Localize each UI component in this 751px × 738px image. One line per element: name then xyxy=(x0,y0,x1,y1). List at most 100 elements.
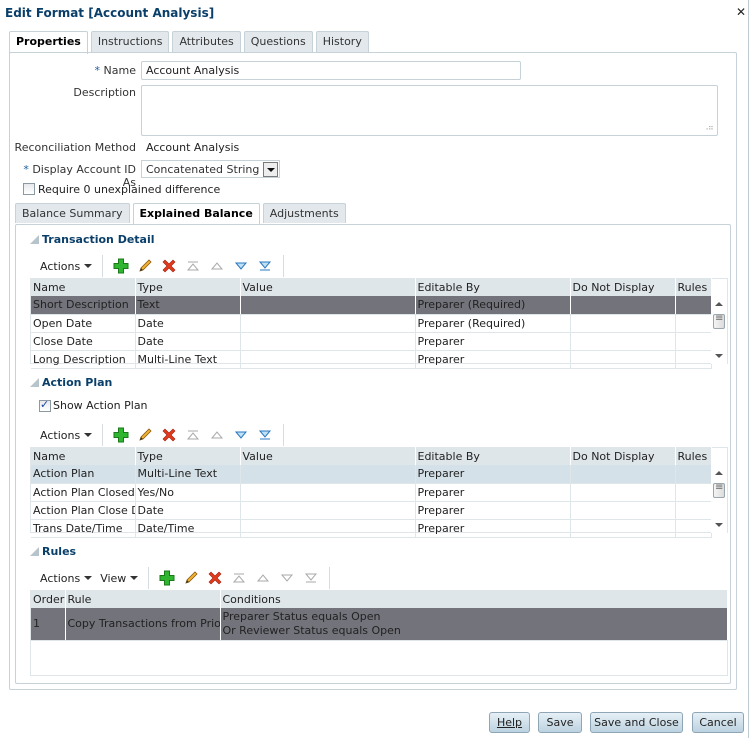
move-up-icon[interactable] xyxy=(205,257,229,275)
tab-attributes[interactable]: Attributes xyxy=(172,31,241,52)
cell-order: 1 xyxy=(31,608,66,641)
table-row[interactable]: Action Plan Closed Yes/No Preparer xyxy=(31,483,712,502)
column-header[interactable]: Conditions xyxy=(220,590,728,608)
edit-pencil-icon[interactable] xyxy=(133,426,157,444)
scroll-down-icon[interactable] xyxy=(715,354,723,358)
column-header[interactable]: Do Not Display xyxy=(570,447,676,465)
column-header[interactable]: Value xyxy=(240,278,416,296)
table-row[interactable]: Short Description Text Preparer (Require… xyxy=(31,296,712,315)
column-header[interactable]: Name xyxy=(31,447,136,465)
cell-value xyxy=(240,501,416,520)
move-down-icon[interactable] xyxy=(229,257,253,275)
move-down-icon[interactable] xyxy=(229,426,253,444)
table-row[interactable]: 1 Copy Transactions from Prior Re Prepar… xyxy=(31,608,728,641)
table-row[interactable]: Action Plan Multi-Line Text Preparer xyxy=(31,465,712,484)
table-row[interactable]: Trans Date/Time Date/Time Preparer xyxy=(31,519,712,538)
actions-menu[interactable]: Actions xyxy=(40,429,93,442)
action-plan-header[interactable]: Action Plan xyxy=(30,376,112,389)
cancel-button[interactable]: Cancel xyxy=(692,712,744,733)
table-row[interactable]: Action Plan Close Dat Date Preparer xyxy=(31,501,712,520)
column-header[interactable]: Editable By xyxy=(415,278,571,296)
move-down-icon[interactable] xyxy=(275,569,299,587)
scroll-thumb[interactable] xyxy=(713,482,725,498)
tab-instructions[interactable]: Instructions xyxy=(90,31,170,52)
cell-editable-by: Preparer xyxy=(415,483,571,502)
caret-down-icon xyxy=(84,264,93,268)
close-icon[interactable]: ✕ xyxy=(736,5,746,19)
column-header[interactable]: Type xyxy=(135,447,241,465)
delete-icon[interactable] xyxy=(157,257,181,275)
move-top-icon[interactable] xyxy=(181,257,205,275)
tab-explained-balance[interactable]: Explained Balance xyxy=(132,203,260,225)
vertical-scrollbar[interactable] xyxy=(711,465,727,533)
collapse-triangle-icon[interactable] xyxy=(30,378,39,387)
add-icon[interactable] xyxy=(109,257,133,275)
description-input[interactable] xyxy=(141,85,718,136)
delete-icon[interactable] xyxy=(157,426,181,444)
name-input[interactable]: Account Analysis xyxy=(141,61,521,80)
column-header[interactable]: Do Not Display xyxy=(570,278,676,296)
resize-grip-icon[interactable]: ⠠⠶ xyxy=(703,123,714,132)
scroll-up-icon[interactable] xyxy=(715,471,723,475)
column-header[interactable]: Rules xyxy=(675,447,712,465)
cell-value xyxy=(240,519,416,538)
actions-menu[interactable]: Actions xyxy=(40,572,93,585)
tab-properties[interactable]: Properties xyxy=(9,31,88,54)
move-up-icon[interactable] xyxy=(251,569,275,587)
view-menu[interactable]: View xyxy=(100,572,139,585)
scroll-thumb[interactable] xyxy=(713,313,725,329)
tab-balance-summary[interactable]: Balance Summary xyxy=(15,203,130,223)
edit-pencil-icon[interactable] xyxy=(133,257,157,275)
table-row[interactable]: Close Date Date Preparer xyxy=(31,332,712,351)
show-action-plan-checkbox[interactable] xyxy=(39,398,51,412)
column-header[interactable]: Rules xyxy=(675,278,712,296)
cell-rule: Copy Transactions from Prior Re xyxy=(65,608,221,641)
table-row[interactable]: Open Date Date Preparer (Required) xyxy=(31,314,712,333)
cell-rules xyxy=(675,332,712,351)
move-bottom-icon[interactable] xyxy=(299,569,323,587)
cell-editable-by: Preparer xyxy=(415,519,571,538)
rules-header[interactable]: Rules xyxy=(30,545,76,558)
save-and-close-button[interactable]: Save and Close xyxy=(590,712,683,733)
collapse-triangle-icon[interactable] xyxy=(30,235,39,244)
move-bottom-icon[interactable] xyxy=(253,426,277,444)
column-header[interactable]: Name xyxy=(31,278,136,296)
add-icon[interactable] xyxy=(155,569,179,587)
save-button[interactable]: Save xyxy=(538,712,582,733)
cell-name: Open Date xyxy=(31,314,136,333)
collapse-triangle-icon[interactable] xyxy=(30,547,39,556)
help-button[interactable]: Help xyxy=(489,712,530,733)
cell-rules xyxy=(675,519,712,538)
cell-rules xyxy=(675,296,712,315)
tab-history[interactable]: History xyxy=(315,31,369,52)
require-zero-checkbox[interactable] xyxy=(23,183,35,195)
chevron-down-icon[interactable] xyxy=(263,161,279,177)
table-row[interactable]: Long Description Multi-Line Text Prepare… xyxy=(31,350,712,369)
cell-rules xyxy=(675,465,712,484)
column-header[interactable]: Value xyxy=(240,447,416,465)
move-top-icon[interactable] xyxy=(181,426,205,444)
delete-icon[interactable] xyxy=(203,569,227,587)
move-top-icon[interactable] xyxy=(227,569,251,587)
tab-adjustments[interactable]: Adjustments xyxy=(262,203,346,223)
column-header[interactable]: Rule xyxy=(65,590,221,608)
move-up-icon[interactable] xyxy=(205,426,229,444)
scroll-up-icon[interactable] xyxy=(715,302,723,306)
main-tabs: Properties Instructions Attributes Quest… xyxy=(9,31,372,54)
vertical-scrollbar[interactable] xyxy=(711,296,727,364)
scroll-down-icon[interactable] xyxy=(715,523,723,527)
cell-rules xyxy=(675,483,712,502)
add-icon[interactable] xyxy=(109,426,133,444)
column-header[interactable]: Editable By xyxy=(415,447,571,465)
cell-do-not-display xyxy=(570,314,676,333)
edit-pencil-icon[interactable] xyxy=(179,569,203,587)
transaction-detail-header[interactable]: Transaction Detail xyxy=(30,233,155,246)
column-header[interactable]: Type xyxy=(135,278,241,296)
actions-menu[interactable]: Actions xyxy=(40,260,93,273)
move-bottom-icon[interactable] xyxy=(253,257,277,275)
dialog-border xyxy=(748,0,749,738)
tab-questions[interactable]: Questions xyxy=(243,31,313,52)
display-id-select[interactable]: Concatenated String xyxy=(141,160,281,178)
column-header[interactable]: Order xyxy=(31,590,66,608)
cell-name: Action Plan xyxy=(31,465,136,484)
